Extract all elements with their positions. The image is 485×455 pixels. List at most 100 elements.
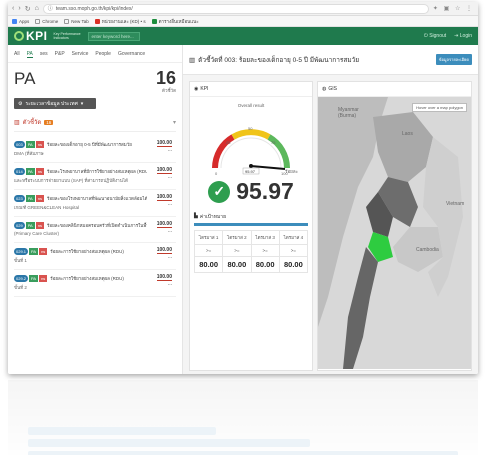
indicator-subtext: เกณฑ์ GREEN&CLEAN Hospital: [14, 205, 79, 210]
logo-subtitle: Key Performance Indicators: [53, 32, 81, 40]
quarter-header: ไตรมาส 2: [222, 230, 252, 245]
pa-tag: PA: [25, 195, 35, 202]
indicator-code: 003: [14, 141, 25, 148]
kpi-logo[interactable]: KPI: [14, 29, 48, 43]
indicator-subtext: และหรือระบบการจ่ายยาแบบ (SAP) ที่สามารถป…: [14, 178, 128, 183]
reflection: [8, 376, 478, 455]
bookmark-chrome[interactable]: Chrome: [35, 18, 58, 24]
pa-tag: PA: [25, 141, 35, 148]
indicator-subtext: ขั้นที่ 2: [14, 285, 27, 290]
extension-icons[interactable]: ✦ ▣ ☆ ⋮: [433, 5, 474, 12]
quarter-header: ไตรมาส 1: [193, 230, 224, 245]
chevron-down-icon: ▾: [172, 119, 176, 126]
tab-ses[interactable]: ses: [40, 51, 48, 58]
tab-service[interactable]: Service: [72, 51, 89, 58]
indicator-item[interactable]: 023 PA ns ร้อยละของโรงพยาบาลที่พัฒนาอนามัยส…: [14, 190, 176, 217]
gauge-tick: 0: [215, 171, 218, 176]
map-tooltip: Hover over a map polygon: [412, 103, 467, 112]
chevron-down-icon: ▾: [80, 100, 84, 107]
sheet-icon: [151, 18, 157, 24]
indicator-score: 100.00...: [156, 221, 172, 234]
indicator-score: 100.00...: [156, 140, 172, 153]
indicator-item[interactable]: 029 PA ns ร้อยละของคลินิกหมอครอบครัวที่เปิด…: [14, 217, 176, 243]
detail-button[interactable]: ข้อมูลรายละเอียด: [435, 54, 472, 65]
page-icon: [64, 18, 70, 24]
bookmarks-bar: Apps Chrome New Tab หน่วยงานและ (KD) • s…: [8, 16, 478, 27]
kpi-card: ◉ KPI Overall result 0 25 50 75 100 95.9…: [189, 81, 313, 371]
quarter-op: >=: [278, 244, 309, 257]
indicator-subtext: (Primary Care Cluster): [14, 231, 60, 236]
indicator-item[interactable]: 029.2 PA ns ร้อยละการใช้ยาอย่างสมเหตุผล (RD…: [14, 270, 176, 297]
gauge-tick: 25: [226, 140, 231, 145]
section-title: PA: [14, 69, 36, 88]
quarter-value: 80.00: [222, 256, 252, 273]
page-icon: [35, 18, 41, 24]
indicator-item[interactable]: 014 PA ns ร้อยละโรงพยาบาลที่มีการใช้ยาอย่าง…: [14, 163, 176, 190]
bookmark-newtab[interactable]: New Tab: [64, 18, 89, 24]
ns-tag: ns: [35, 222, 44, 229]
map-label: Myanmar (Burma): [338, 107, 359, 119]
signout-link[interactable]: ⏻ Signout: [424, 33, 446, 39]
indicator-score: 100.00...: [156, 247, 172, 260]
quarter-header: ไตรมาส 4: [278, 230, 309, 245]
indicator-code: 023: [14, 195, 25, 202]
address-bar[interactable]: ⓘ team.sso.moph.go.th/kpi/kpi/index/: [42, 3, 429, 14]
ns-tag: ns: [35, 141, 44, 148]
browser-toolbar: ‹ › ↻ ⌂ ⓘ team.sso.moph.go.th/kpi/kpi/in…: [8, 2, 478, 16]
chart-icon: ▥: [189, 56, 196, 64]
bookmark-other[interactable]: ตารางอื่นเหมือนแนะ: [151, 18, 199, 25]
target-bar: [194, 223, 308, 226]
reload-icon[interactable]: ↻: [25, 5, 31, 13]
pa-tag: PA: [25, 168, 35, 175]
flag-icon: ▙: [194, 213, 198, 219]
indicator-text: ร้อยละโรงพยาบาลที่มีการใช้ยาอย่างสมเหตุผ…: [46, 169, 147, 174]
bookmark-gmail[interactable]: หน่วยงานและ (KD) • s: [94, 18, 146, 25]
indicator-text: ร้อยละการใช้ยาอย่างสมเหตุผล (RDU): [50, 249, 124, 254]
quarter-value: 80.00: [250, 256, 280, 273]
map-polygons[interactable]: [318, 97, 468, 369]
indicator-subtext: ขั้นที่ 1: [14, 258, 27, 263]
indicator-score: 100.00...: [156, 194, 172, 207]
back-icon[interactable]: ‹: [12, 5, 14, 12]
info-icon: ⓘ: [47, 6, 53, 12]
dashboard-icon: ◉: [194, 86, 199, 92]
tab-governance[interactable]: Governance: [118, 51, 145, 58]
result-block: ร้อยละ ✓ 95.97: [190, 169, 312, 205]
forward-icon[interactable]: ›: [18, 5, 20, 12]
tab-people[interactable]: People: [95, 51, 111, 58]
indicator-item[interactable]: 003 PA ns ร้อยละของเด็กอายุ 0-5 ปีที่มีพัฒน…: [14, 136, 176, 163]
quarter-op: >=: [250, 244, 280, 257]
indicator-subtext: DMA (ที่สัมภาษ: [14, 151, 44, 156]
category-tabs: All PA ses P&P Service People Governance: [8, 45, 182, 63]
tab-all[interactable]: All: [14, 51, 20, 58]
app-header: KPI Key Performance Indicators enter key…: [8, 27, 478, 45]
indicator-code: 029.1: [14, 248, 29, 255]
pa-tag: PA: [29, 248, 39, 255]
indicators-heading[interactable]: ▥ ตัวชี้วัด 16 ▾: [14, 117, 176, 132]
indicator-item[interactable]: 029.1 PA ns ร้อยละการใช้ยาอย่างสมเหตุผล (RD…: [14, 243, 176, 270]
result-value: 95.97: [236, 178, 294, 204]
tab-pa[interactable]: PA: [26, 51, 33, 58]
quarter-op: >=: [222, 244, 252, 257]
bookmark-apps[interactable]: Apps: [12, 18, 29, 24]
gauge-tick: 75: [271, 140, 276, 145]
search-input[interactable]: enter keyword here...: [87, 31, 140, 41]
map-label: Vietnam: [446, 201, 465, 207]
period-dropdown[interactable]: ⚙ ระยะเวลาข้อมูล ประเทศ ▾: [14, 98, 96, 109]
ns-tag: ns: [35, 168, 44, 175]
gauge-tick: 50: [248, 126, 253, 131]
indicator-text: ร้อยละของเด็กอายุ 0-5 ปีที่มีพัฒนาการสมว…: [46, 142, 132, 147]
gear-icon: ⚙: [18, 100, 23, 107]
indicator-code: 029: [14, 222, 25, 229]
indicator-score: 100.00...: [156, 274, 172, 287]
home-icon[interactable]: ⌂: [35, 5, 39, 12]
ns-tag: ns: [35, 195, 44, 202]
pa-tag: PA: [29, 275, 39, 282]
gis-map[interactable]: Hover over a map polygon Myanmar (Burma)…: [318, 97, 471, 369]
tab-pp[interactable]: P&P: [55, 51, 65, 58]
kpi-title: ตัวชี้วัดที่ 003: ร้อยละของเด็กอายุ 0-5 …: [198, 56, 360, 64]
login-link[interactable]: ⇥ Login: [454, 33, 472, 39]
pa-tag: PA: [25, 222, 35, 229]
gauge-chart: 0 25 50 75 100 95.97: [212, 126, 290, 176]
indicator-score: 100.00...: [156, 167, 172, 180]
